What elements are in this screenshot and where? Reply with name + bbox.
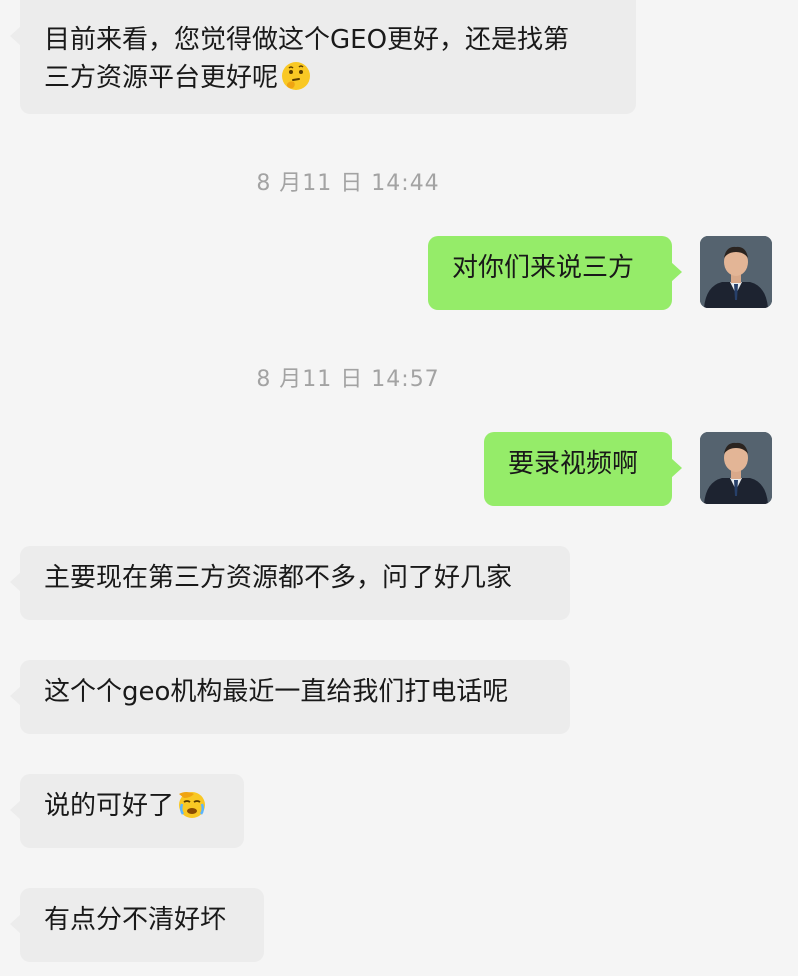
message-bubble-incoming[interactable]: 说的可好了: [10, 774, 244, 848]
message-text: 对你们来说三方: [452, 253, 635, 283]
avatar[interactable]: [700, 236, 772, 308]
message-bubble-outgoing[interactable]: 对你们来说三方: [428, 236, 682, 310]
avatar-portrait-icon: [700, 432, 772, 504]
avatar-portrait-icon: [700, 236, 772, 308]
thinking-face-icon: [282, 62, 311, 90]
message-text: 要录视频啊: [508, 449, 639, 479]
message-bubble-incoming[interactable]: 这个个geo机构最近一直给我们打电话呢: [10, 660, 570, 734]
timestamp: 8 月11 日 14:57: [256, 367, 440, 392]
message-text: 有点分不清好坏: [44, 905, 227, 935]
message-bubble-incoming[interactable]: 主要现在第三方资源都不多，问了好几家: [10, 546, 570, 620]
timestamp: 8 月11 日 14:44: [256, 171, 440, 196]
message-text-line-2: 三方资源平台更好呢: [44, 59, 612, 97]
message-text: 这个个geo机构最近一直给我们打电话呢: [44, 677, 509, 707]
face-palm-icon: [179, 792, 206, 818]
message-text-line-1: 目前来看，您觉得做这个GEO更好，还是找第: [44, 25, 570, 55]
avatar[interactable]: [700, 432, 772, 504]
message-text: 说的可好了: [44, 791, 175, 821]
message-text: 主要现在第三方资源都不多，问了好几家: [44, 563, 513, 593]
message-bubble-outgoing[interactable]: 要录视频啊: [484, 432, 682, 506]
message-bubble-incoming[interactable]: 目前来看，您觉得做这个GEO更好，还是找第 三方资源平台更好呢: [10, 0, 636, 114]
message-bubble-incoming[interactable]: 有点分不清好坏: [10, 888, 264, 962]
